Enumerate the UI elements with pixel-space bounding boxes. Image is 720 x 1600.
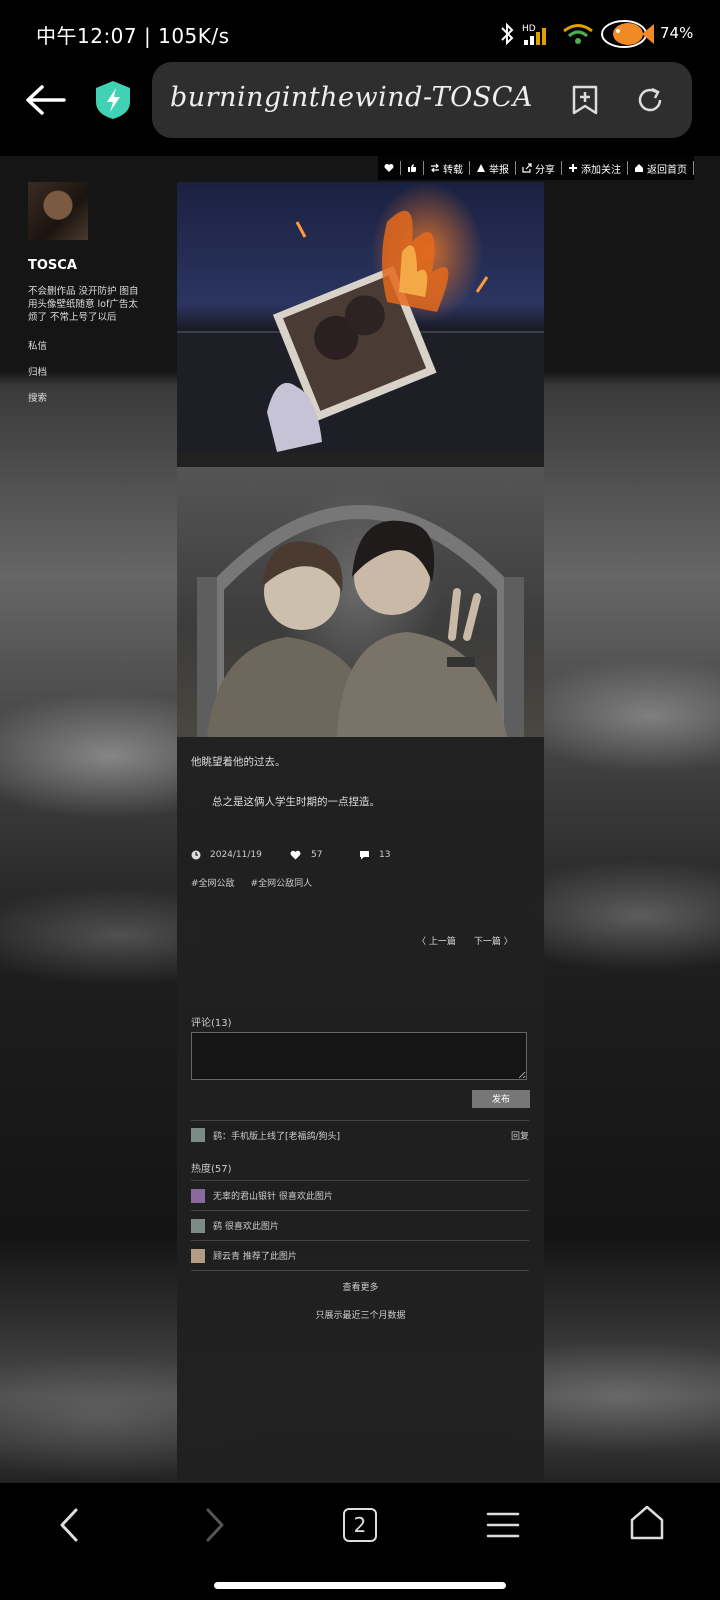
heat-user-avatar[interactable] (191, 1188, 205, 1203)
post-comments-count: 13 (379, 850, 391, 860)
home-icon (635, 164, 643, 172)
nav-forward-icon[interactable] (200, 1506, 228, 1544)
blog-bio: 不会删作品 没开防护 图自用头像壁纸随意 lof广告太烦了 不常上号了以后 (28, 286, 139, 323)
nav-label-report: 举报 (489, 164, 509, 176)
nav-back-icon[interactable] (56, 1506, 84, 1544)
heat-text: 无辜的君山银针 很喜欢此图片 (213, 1192, 333, 1202)
tag-link[interactable]: #全网公敌 (191, 876, 235, 889)
publish-button[interactable]: 发布 (472, 1090, 530, 1108)
heat-row: 鹞 很喜欢此图片 (191, 1210, 529, 1240)
commenter-avatar[interactable] (191, 1128, 205, 1142)
post-image-two-students[interactable] (177, 467, 544, 737)
home-nav-button[interactable]: 返回首页 (628, 161, 694, 176)
blog-title[interactable]: TOSCA (28, 258, 143, 273)
tabs-button[interactable]: 2 (343, 1508, 377, 1542)
heat-text: 鹞 很喜欢此图片 (213, 1222, 279, 1232)
home-indicator[interactable] (214, 1582, 506, 1589)
next-post-link[interactable]: 下一篇 〉 (474, 934, 513, 947)
post-tags: #全网公敌 #全网公敌同人 (191, 876, 312, 889)
url-text[interactable]: burninginthewind-TOSCA (170, 82, 533, 113)
comment-input[interactable] (191, 1032, 527, 1080)
thumbs-up-icon (408, 164, 416, 172)
heat-heading: 热度(57) (191, 1164, 232, 1175)
menu-icon[interactable] (486, 1510, 520, 1540)
clock-icon (191, 850, 201, 860)
heart-icon[interactable] (290, 850, 301, 860)
comment-text: 鹞：手机版上线了[老福鸽/狗头] (213, 1131, 341, 1142)
post-date: 2024/11/19 (210, 850, 262, 860)
wifi-icon (563, 24, 593, 44)
nav-label-reblog: 转载 (443, 164, 463, 176)
post-image-burning-photo[interactable] (177, 182, 544, 452)
web-page: 转载 举报 分享 添加关注 返回首页 TOSCA 不会删作品 没开防护 图自用头… (0, 156, 720, 1483)
tag-link[interactable]: #全网公敌同人 (251, 876, 313, 889)
comments-heading: 评论(13) (191, 1018, 232, 1029)
like-nav-button[interactable] (401, 161, 424, 175)
blog-sidebar: TOSCA 不会删作品 没开防护 图自用头像壁纸随意 lof广告太烦了 不常上号… (28, 182, 143, 404)
chevron-left-icon: 〈 (417, 937, 429, 947)
bookmark-add-icon[interactable] (570, 84, 600, 116)
chevron-right-icon: 〉 (500, 937, 513, 947)
blog-top-nav: 转载 举报 分享 添加关注 返回首页 (378, 156, 694, 180)
speed-shield-icon[interactable] (94, 80, 132, 120)
heat-row: 无辜的君山银针 很喜欢此图片 (191, 1180, 529, 1210)
heart-nav-button[interactable] (378, 161, 401, 175)
plus-icon (569, 164, 577, 172)
sidebar-link-message[interactable]: 私信 (28, 338, 143, 352)
reply-button[interactable]: 回复 (511, 1129, 529, 1142)
comment-icon[interactable] (359, 850, 370, 860)
reblog-icon (431, 163, 439, 173)
reblog-nav-button[interactable]: 转载 (424, 161, 470, 176)
status-time: 中午12:07 | 105K/s (36, 24, 230, 48)
post-text-line1: 他眺望着他的过去。 (191, 756, 286, 768)
prev-post-label: 上一篇 (428, 937, 456, 947)
next-post-label: 下一篇 (473, 937, 501, 947)
svg-text:HD: HD (522, 24, 536, 34)
comment-row: 鹞：手机版上线了[老福鸽/狗头] 回复 (191, 1120, 529, 1149)
heat-text: 顾云青 推荐了此图片 (213, 1252, 297, 1262)
heat-row: 顾云青 推荐了此图片 (191, 1240, 529, 1271)
nav-label-follow: 添加关注 (581, 164, 621, 176)
cellular-signal-icon: HD (522, 24, 546, 45)
view-more-link[interactable]: 查看更多 (177, 1280, 544, 1293)
heat-user-avatar[interactable] (191, 1218, 205, 1233)
heart-icon (384, 164, 394, 172)
sidebar-link-archive[interactable]: 归档 (28, 364, 143, 378)
back-arrow-icon[interactable] (24, 82, 68, 118)
share-icon (522, 163, 532, 173)
blog-avatar[interactable] (28, 182, 88, 240)
battery-fish-icon (601, 20, 654, 48)
post-text-line2: 总之是这俩人学生时期的一点捏造。 (212, 796, 380, 808)
post-pager: 〈 上一篇 下一篇 〉 (417, 934, 513, 947)
post-meta: 2024/11/19 57 13 (191, 850, 390, 860)
nav-label-home: 返回首页 (647, 164, 687, 176)
heat-user-avatar[interactable] (191, 1248, 205, 1263)
prev-post-link[interactable]: 〈 上一篇 (417, 934, 456, 947)
sidebar-link-search[interactable]: 搜索 (28, 390, 143, 404)
report-nav-button[interactable]: 举报 (470, 161, 516, 176)
share-nav-button[interactable]: 分享 (516, 161, 562, 176)
warning-icon (477, 164, 485, 172)
two-students-illustration (197, 505, 524, 737)
nav-home-icon[interactable] (628, 1504, 666, 1542)
post-likes-count: 57 (311, 850, 323, 860)
follow-nav-button[interactable]: 添加关注 (562, 161, 628, 176)
refresh-icon[interactable] (634, 84, 666, 116)
post-card: 他眺望着他的过去。 总之是这俩人学生时期的一点捏造。 2024/11/19 57… (177, 182, 544, 1483)
burning-photo-illustration (177, 210, 544, 452)
recent-data-note: 只展示最近三个月数据 (315, 1311, 406, 1321)
nav-label-share: 分享 (535, 164, 555, 176)
battery-percent: 74% (660, 24, 694, 42)
bluetooth-icon (501, 22, 514, 46)
